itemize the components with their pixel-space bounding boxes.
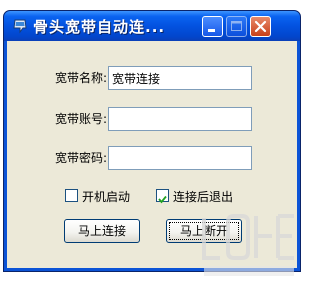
exit-after-connect-label: 连接后退出 bbox=[173, 190, 234, 204]
account-label: 宽带账号: bbox=[55, 112, 108, 126]
maximize-icon bbox=[231, 21, 242, 31]
minimize-button[interactable] bbox=[202, 16, 223, 37]
password-label: 宽带密码: bbox=[55, 151, 108, 165]
title-bar[interactable]: 骨头宽带自动连... bbox=[4, 11, 300, 41]
minimize-icon bbox=[208, 29, 215, 32]
startup-option[interactable]: 开机启动 bbox=[65, 188, 145, 204]
account-field[interactable] bbox=[108, 107, 252, 131]
startup-checkbox[interactable] bbox=[65, 189, 78, 202]
site-watermark-logo bbox=[202, 214, 294, 276]
checkmark-icon bbox=[158, 195, 167, 204]
name-label: 宽带名称: bbox=[55, 71, 108, 85]
connect-button[interactable]: 马上连接 bbox=[64, 219, 140, 243]
name-field[interactable]: 宽带连接 bbox=[108, 66, 252, 90]
password-field[interactable] bbox=[108, 146, 252, 170]
window-title: 骨头宽带自动连... bbox=[33, 18, 166, 36]
close-button[interactable] bbox=[250, 16, 271, 37]
broadband-icon bbox=[12, 18, 28, 34]
close-icon bbox=[254, 20, 267, 33]
maximize-button[interactable] bbox=[226, 16, 247, 37]
exit-after-connect-checkbox[interactable] bbox=[156, 189, 169, 204]
startup-label: 开机启动 bbox=[82, 190, 131, 204]
connect-button-label: 马上连接 bbox=[77, 224, 126, 238]
exit-after-connect-option[interactable]: 连接后退出 bbox=[156, 188, 246, 204]
